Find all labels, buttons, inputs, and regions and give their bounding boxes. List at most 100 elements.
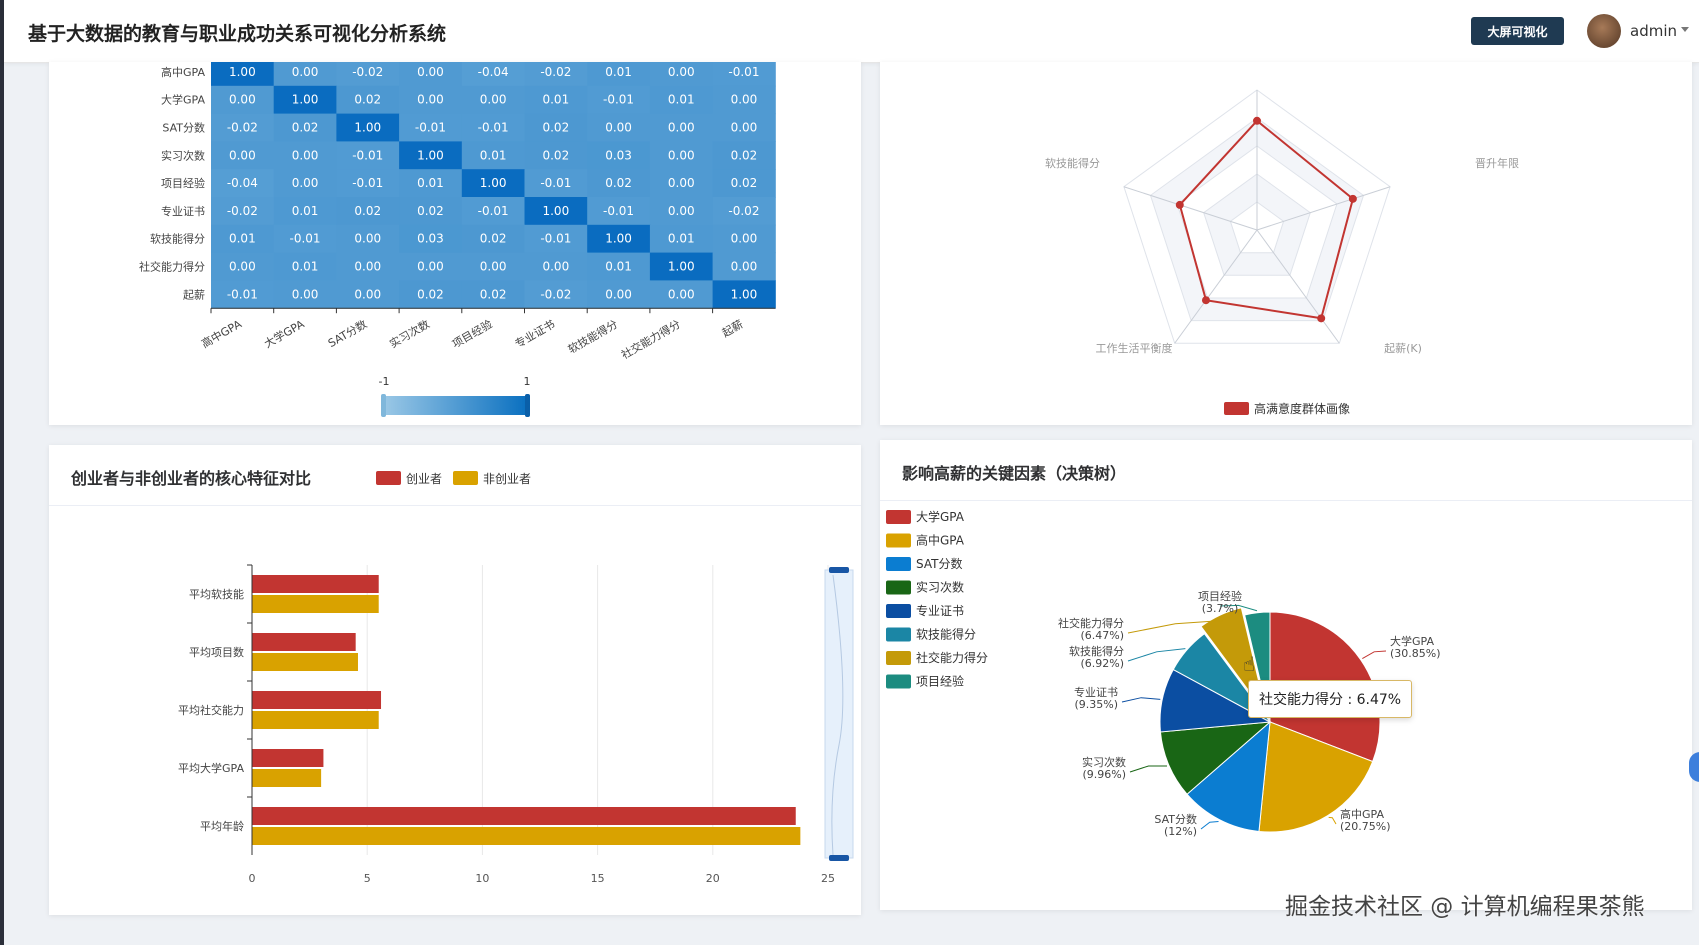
heatmap-cell-value: 0.00 — [731, 93, 758, 107]
bar[interactable] — [252, 807, 796, 825]
heatmap-x-label: 专业证书 — [512, 317, 557, 351]
datazoom-handle-top[interactable] — [829, 567, 849, 573]
legend-swatch-entrepreneur[interactable] — [376, 471, 401, 485]
pie-tooltip: 社交能力得分 : 6.47% — [1248, 680, 1413, 718]
heatmap-cell-value: 0.02 — [731, 176, 758, 190]
heatmap-cell-value: 0.00 — [605, 287, 632, 301]
pie-slice-percent: (6.47%) — [1080, 629, 1124, 642]
radar-point[interactable] — [1175, 200, 1184, 209]
heatmap-cell-value: -0.02 — [352, 65, 383, 79]
heatmap-cell-value: 0.01 — [229, 232, 256, 246]
heatmap-cell-value: 0.00 — [292, 65, 319, 79]
pie-legend-label[interactable]: 高中GPA — [916, 533, 965, 548]
radar-point[interactable] — [1317, 314, 1326, 323]
pie-legend-swatch[interactable] — [886, 627, 911, 642]
bar-chart[interactable]: 创业者 非创业者 平均软技能平均项目数平均社交能力平均大学GPA 平均年龄 0 5 10 1… — [49, 445, 861, 915]
pie-slice-percent: (30.85%) — [1390, 647, 1441, 660]
pie-legend-label[interactable]: 大学GPA — [916, 509, 965, 524]
pie-legend-label[interactable]: 社交能力得分 — [916, 650, 988, 665]
floating-action-button[interactable] — [1689, 752, 1699, 782]
bar[interactable] — [252, 633, 356, 651]
heatmap-x-label: 大学GPA — [261, 316, 306, 350]
pie-legend-label[interactable]: 软技能得分 — [916, 627, 976, 642]
heatmap-cell-value: 0.02 — [542, 148, 569, 162]
pie-legend-swatch[interactable] — [886, 510, 911, 524]
bar[interactable] — [252, 769, 322, 787]
heatmap-cell-value: 0.01 — [668, 232, 695, 246]
bar[interactable] — [252, 827, 801, 845]
heatmap-cell-value: -0.01 — [352, 148, 383, 162]
heatmap-cell-value: 0.01 — [605, 65, 632, 79]
radar-point[interactable] — [1253, 116, 1261, 125]
heatmap-cell-value: 0.00 — [354, 232, 381, 246]
pie-leader-line — [1121, 697, 1161, 703]
bar-category-label: 平均软技能 — [189, 587, 244, 601]
heatmap-cell-value: -0.02 — [540, 287, 571, 301]
datazoom-handle-bottom[interactable] — [829, 855, 849, 861]
heatmap-y-label: 大学GPA — [161, 93, 205, 107]
radar-point[interactable] — [1348, 194, 1357, 203]
heatmap-cell-value: 0.01 — [605, 260, 632, 274]
heatmap-chart[interactable]: 1.00 0.00 -0.02 0.00 -0.04 -0.02 0.01 0.00 -0.01… — [49, 62, 861, 425]
bar[interactable] — [252, 595, 379, 613]
heatmap-cell-value: -0.01 — [603, 93, 634, 107]
heatmap-cell-value: 1.00 — [292, 93, 319, 107]
heatmap-y-label: 软技能得分 — [150, 232, 205, 246]
pie-legend-label[interactable]: 项目经验 — [916, 674, 964, 689]
pie-slice-label: 实习次数 — [1082, 755, 1126, 769]
visualmap-bar[interactable] — [383, 396, 527, 415]
legend-swatch-non-entrepreneur[interactable] — [453, 471, 478, 485]
legend-label[interactable]: 非创业者 — [483, 472, 531, 486]
bar-category-label: 平均社交能力 — [178, 703, 244, 717]
heatmap-cell-value: 0.02 — [417, 204, 444, 218]
radar-legend-label[interactable]: 高满意度群体画像 — [1254, 401, 1350, 416]
pie-legend-swatch[interactable] — [886, 580, 911, 595]
bar-x-tick-label: 0 — [249, 872, 256, 885]
visualmap-handle-left[interactable] — [381, 394, 386, 417]
pie-legend-label[interactable]: SAT分数 — [916, 556, 962, 571]
heatmap-y-label: 实习次数 — [161, 148, 205, 162]
datazoom-slider[interactable] — [824, 567, 854, 861]
heatmap-x-label: 项目经验 — [450, 317, 495, 351]
pie-slice-percent: (12%) — [1164, 825, 1197, 838]
radar-indicator-label: 起薪(K) — [1384, 342, 1422, 355]
pie-slice-label: 大学GPA — [1390, 634, 1434, 648]
legend-label[interactable]: 创业者 — [406, 472, 442, 486]
bar[interactable] — [252, 691, 382, 709]
pie-legend-swatch[interactable] — [886, 557, 911, 571]
pie-legend-label[interactable]: 专业证书 — [916, 603, 964, 618]
heatmap-cell-value: 0.01 — [292, 204, 319, 218]
visualmap-max-label: 1 — [524, 375, 531, 388]
radar-indicator-label: 软技能得分 — [1045, 156, 1100, 170]
heatmap-cell-value: 0.00 — [668, 204, 695, 218]
chevron-down-icon[interactable] — [1681, 27, 1689, 32]
pie-legend-swatch[interactable] — [886, 651, 911, 665]
bar[interactable] — [252, 575, 379, 593]
heatmap-cell-value: 0.02 — [292, 121, 319, 135]
pie-legend-swatch[interactable] — [886, 674, 911, 689]
pie-chart[interactable]: 大学GPA高中GPASAT分数实习次数专业证书软技能得分社交能力得分项目经验 大… — [880, 440, 1692, 910]
bar[interactable] — [252, 749, 324, 767]
heatmap-cell-value: 0.02 — [480, 232, 507, 246]
visualmap-handle-right[interactable] — [525, 394, 530, 417]
heatmap-cell-value: 0.00 — [229, 93, 256, 107]
heatmap-cell-value: 0.00 — [229, 148, 256, 162]
radar-chart[interactable]: 晋升年限起薪(K) 工作生活平衡度 软技能得分 高满意度群体画像 — [880, 62, 1692, 425]
bar[interactable] — [252, 653, 358, 671]
radar-legend-swatch[interactable] — [1224, 402, 1249, 415]
visualmap-min-label: -1 — [379, 375, 390, 388]
heatmap-cell-value: 0.00 — [668, 176, 695, 190]
heatmap-cell-value: -0.01 — [227, 287, 258, 301]
radar-point[interactable] — [1201, 296, 1210, 305]
user-name[interactable]: admin — [1630, 22, 1677, 40]
big-screen-button[interactable]: 大屏可视化 — [1471, 17, 1564, 45]
pie-leader-line — [1200, 820, 1219, 830]
pie-legend-swatch[interactable] — [886, 533, 911, 548]
bar[interactable] — [252, 711, 379, 729]
pie-leader-line — [1127, 648, 1186, 662]
pie-leader-line — [1129, 765, 1167, 773]
pie-legend-swatch[interactable] — [886, 604, 911, 618]
avatar[interactable] — [1587, 14, 1621, 48]
pie-legend-label[interactable]: 实习次数 — [916, 580, 964, 595]
heatmap-cell-value: -0.01 — [540, 232, 571, 246]
